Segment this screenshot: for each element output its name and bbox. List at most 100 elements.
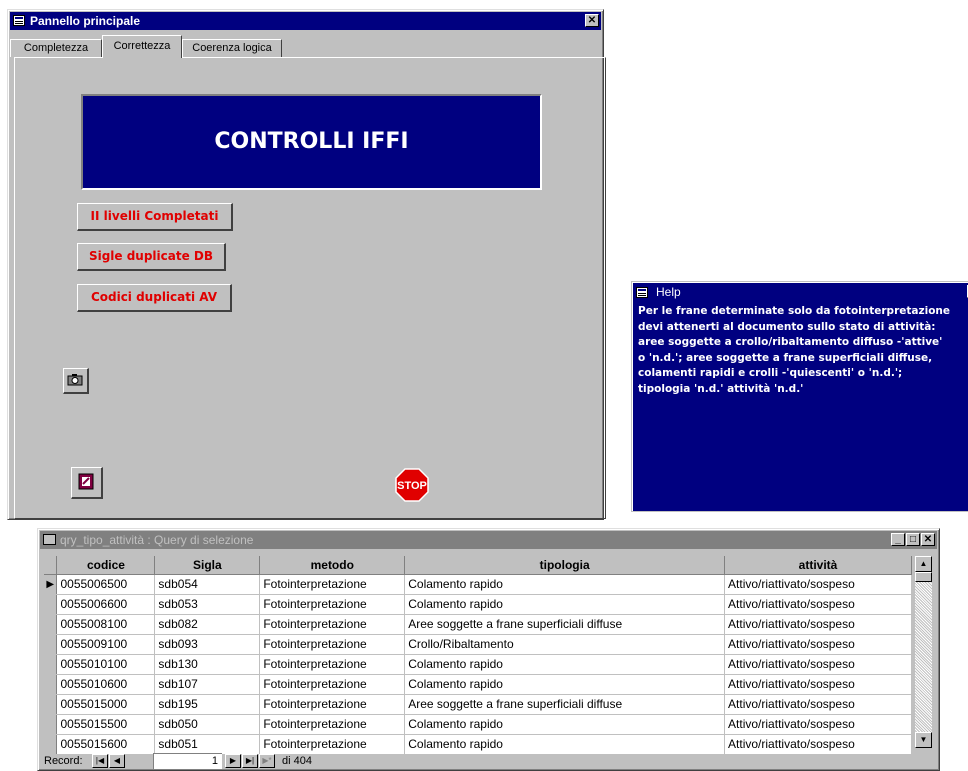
cell-codice[interactable]: 0055008100 xyxy=(56,614,156,635)
column-header-tipologia[interactable]: tipologia xyxy=(404,556,726,575)
cell-codice[interactable]: 0055015500 xyxy=(56,714,156,735)
row-selector[interactable] xyxy=(44,654,58,675)
cell-codice[interactable]: 0055015000 xyxy=(56,694,156,715)
query-title-bar[interactable]: qry_tipo_attività : Query di selezione _… xyxy=(40,531,937,549)
table-row[interactable]: 0055015500 sdb050 Fotointerpretazione Colam… xyxy=(44,714,912,735)
row-selector[interactable] xyxy=(44,694,58,715)
cell-attivita[interactable]: Attivo/riattivato/sospeso xyxy=(724,734,912,755)
cell-tipologia[interactable]: Colamento rapido xyxy=(404,654,726,675)
cell-sigla[interactable]: sdb082 xyxy=(154,614,261,635)
cell-attivita[interactable]: Attivo/riattivato/sospeso xyxy=(724,694,912,715)
column-header-attivita[interactable]: attività xyxy=(724,556,912,575)
table-row[interactable]: ▶ 0055006500 sdb054 Fotointerpretazione Cola… xyxy=(44,574,912,595)
query-close-button[interactable]: ✕ xyxy=(921,533,935,546)
cell-sigla[interactable]: sdb130 xyxy=(154,654,261,675)
cell-metodo[interactable]: Fotointerpretazione xyxy=(259,574,406,595)
codici-duplicati-button[interactable]: Codici duplicati AV xyxy=(77,284,232,312)
previous-record-button[interactable]: ◀ xyxy=(109,754,125,768)
vertical-scrollbar[interactable]: ▲ ▼ xyxy=(915,556,932,748)
minimize-button[interactable]: _ xyxy=(891,533,905,546)
cell-metodo[interactable]: Fotointerpretazione xyxy=(259,594,406,615)
last-record-button[interactable]: ▶| xyxy=(242,754,258,768)
cell-tipologia[interactable]: Colamento rapido xyxy=(404,594,726,615)
table-row[interactable]: 0055015600 sdb051 Fotointerpretazione Colam… xyxy=(44,734,912,755)
table-row[interactable]: 0055010100 sdb130 Fotointerpretazione Colam… xyxy=(44,654,912,675)
cell-tipologia[interactable]: Aree soggette a frane superficiali diffu… xyxy=(404,694,726,715)
new-record-button[interactable]: ▶* xyxy=(259,754,275,768)
cell-tipologia[interactable]: Colamento rapido xyxy=(404,714,726,735)
cell-metodo[interactable]: Fotointerpretazione xyxy=(259,674,406,695)
cell-attivita[interactable]: Attivo/riattivato/sospeso xyxy=(724,574,912,595)
scroll-down-button[interactable]: ▼ xyxy=(915,732,932,748)
livelli-completati-button[interactable]: II livelli Completati xyxy=(77,203,233,231)
cell-codice[interactable]: 0055006600 xyxy=(56,594,156,615)
column-header-codice[interactable]: codice xyxy=(56,556,156,575)
column-header-metodo[interactable]: metodo xyxy=(259,556,406,575)
cell-attivita[interactable]: Attivo/riattivato/sospeso xyxy=(724,654,912,675)
row-selector[interactable] xyxy=(44,714,58,735)
cell-tipologia[interactable]: Crollo/Ribaltamento xyxy=(404,634,726,655)
cell-metodo[interactable]: Fotointerpretazione xyxy=(259,614,406,635)
tab-completezza[interactable]: Completezza xyxy=(10,39,102,57)
tab-panel: CONTROLLI IFFI II livelli Completati Sig… xyxy=(14,57,606,519)
current-record-arrow-icon[interactable]: ▶ xyxy=(44,574,58,595)
cell-metodo[interactable]: Fotointerpretazione xyxy=(259,694,406,715)
cell-codice[interactable]: 0055009100 xyxy=(56,634,156,655)
cell-metodo[interactable]: Fotointerpretazione xyxy=(259,634,406,655)
form-icon[interactable] xyxy=(13,15,25,26)
camera-button[interactable] xyxy=(63,368,89,394)
cell-metodo[interactable]: Fotointerpretazione xyxy=(259,734,406,755)
stop-button[interactable]: STOP xyxy=(395,468,429,502)
tab-correttezza[interactable]: Correttezza xyxy=(102,35,182,58)
main-window-title: Pannello principale xyxy=(30,14,141,28)
form-icon[interactable] xyxy=(636,287,648,298)
close-button[interactable]: ✕ xyxy=(585,14,599,27)
first-record-button[interactable]: |◀ xyxy=(92,754,108,768)
table-row[interactable]: 0055006600 sdb053 Fotointerpretazione Colam… xyxy=(44,594,912,615)
scroll-up-button[interactable]: ▲ xyxy=(915,556,932,572)
row-selector-header[interactable] xyxy=(44,556,58,575)
cell-tipologia[interactable]: Aree soggette a frane superficiali diffu… xyxy=(404,614,726,635)
table-row[interactable]: 0055010600 sdb107 Fotointerpretazione Colam… xyxy=(44,674,912,695)
row-selector[interactable] xyxy=(44,594,58,615)
cell-sigla[interactable]: sdb195 xyxy=(154,694,261,715)
cell-attivita[interactable]: Attivo/riattivato/sospeso xyxy=(724,634,912,655)
cell-attivita[interactable]: Attivo/riattivato/sospeso xyxy=(724,614,912,635)
cell-sigla[interactable]: sdb053 xyxy=(154,594,261,615)
main-title-bar[interactable]: Pannello principale ✕ xyxy=(10,12,601,30)
cell-codice[interactable]: 0055010100 xyxy=(56,654,156,675)
scroll-thumb[interactable] xyxy=(915,572,932,582)
cell-codice[interactable]: 0055010600 xyxy=(56,674,156,695)
cell-sigla[interactable]: sdb107 xyxy=(154,674,261,695)
cell-sigla[interactable]: sdb054 xyxy=(154,574,261,595)
cell-codice[interactable]: 0055015600 xyxy=(56,734,156,755)
cell-codice[interactable]: 0055006500 xyxy=(56,574,156,595)
next-record-button[interactable]: ▶ xyxy=(225,754,241,768)
cell-sigla[interactable]: sdb093 xyxy=(154,634,261,655)
cell-metodo[interactable]: Fotointerpretazione xyxy=(259,714,406,735)
row-selector[interactable] xyxy=(44,734,58,755)
row-selector[interactable] xyxy=(44,674,58,695)
row-selector[interactable] xyxy=(44,634,58,655)
cell-sigla[interactable]: sdb050 xyxy=(154,714,261,735)
help-title-bar[interactable]: Help ✕ xyxy=(634,284,968,301)
cell-tipologia[interactable]: Colamento rapido xyxy=(404,574,726,595)
current-record-field[interactable]: 1 xyxy=(153,753,222,769)
cell-attivita[interactable]: Attivo/riattivato/sospeso xyxy=(724,594,912,615)
table-row[interactable]: 0055009100 sdb093 Fotointerpretazione Croll… xyxy=(44,634,912,655)
row-selector[interactable] xyxy=(44,614,58,635)
tab-coerenza-logica[interactable]: Coerenza logica xyxy=(182,39,282,57)
cell-tipologia[interactable]: Colamento rapido xyxy=(404,674,726,695)
table-row[interactable]: 0055008100 sdb082 Fotointerpretazione Aree … xyxy=(44,614,912,635)
cell-metodo[interactable]: Fotointerpretazione xyxy=(259,654,406,675)
sigle-duplicate-button[interactable]: Sigle duplicate DB xyxy=(77,243,226,271)
datasheet-icon[interactable] xyxy=(43,534,56,545)
table-row[interactable]: 0055015000 sdb195 Fotointerpretazione Aree … xyxy=(44,694,912,715)
cell-attivita[interactable]: Attivo/riattivato/sospeso xyxy=(724,674,912,695)
report-button[interactable] xyxy=(71,467,103,499)
maximize-button[interactable]: □ xyxy=(906,533,920,546)
cell-sigla[interactable]: sdb051 xyxy=(154,734,261,755)
cell-attivita[interactable]: Attivo/riattivato/sospeso xyxy=(724,714,912,735)
column-header-sigla[interactable]: Sigla xyxy=(154,556,261,575)
cell-tipologia[interactable]: Colamento rapido xyxy=(404,734,726,755)
